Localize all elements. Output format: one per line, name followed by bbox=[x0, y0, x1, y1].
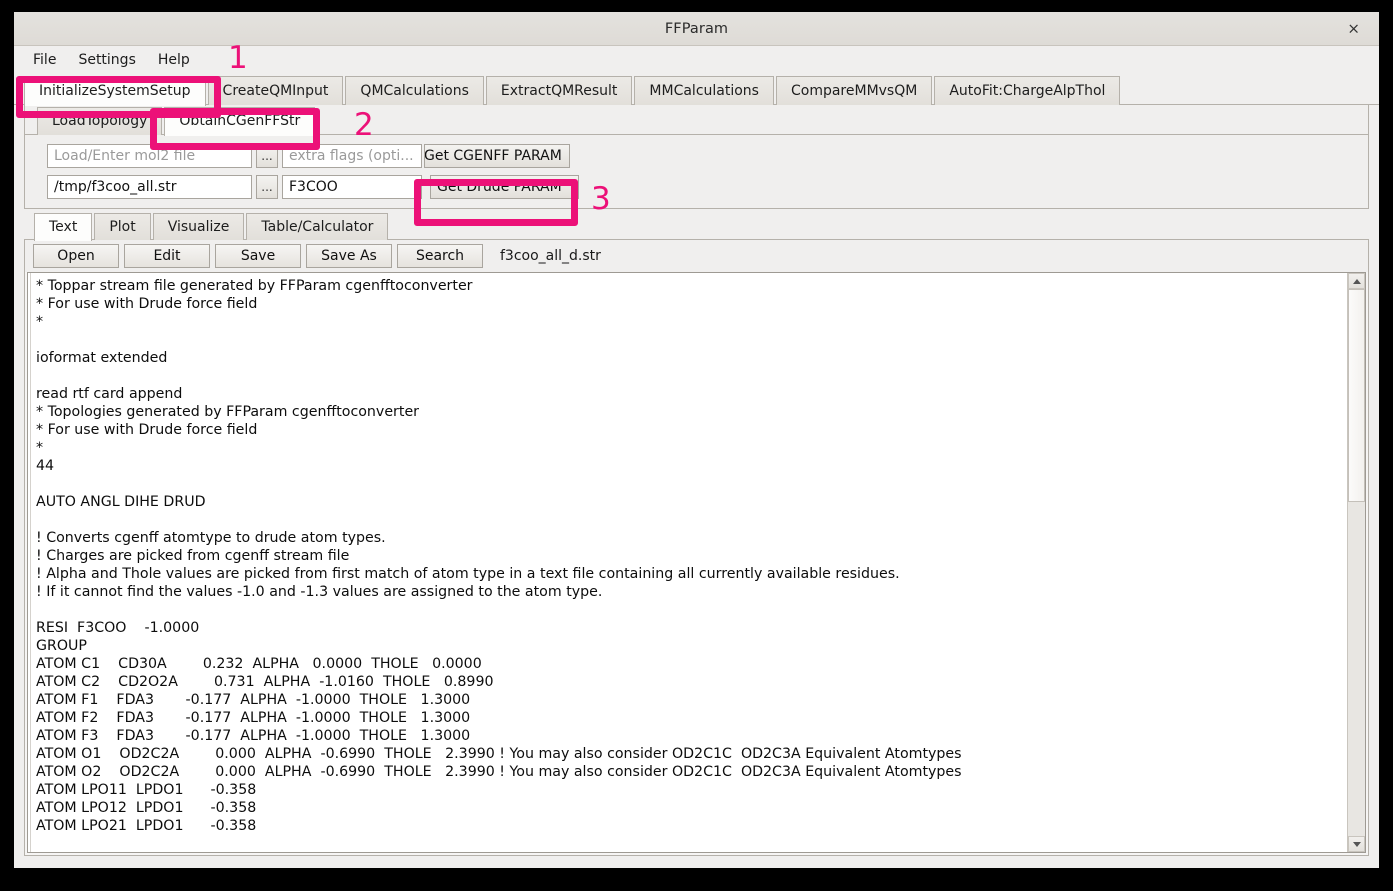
tab-compare-mm-vs-qm[interactable]: CompareMMvsQM bbox=[775, 76, 933, 105]
extra-flags-input[interactable] bbox=[282, 144, 422, 168]
viewer-tab-text[interactable]: Text bbox=[34, 213, 93, 241]
mol2-browse-button[interactable]: ... bbox=[256, 144, 278, 168]
triangle-down-icon[interactable] bbox=[1348, 836, 1365, 852]
triangle-up-icon[interactable] bbox=[1348, 273, 1365, 289]
search-button[interactable]: Search bbox=[397, 244, 483, 268]
text-viewer-toolbar: Open Edit Save Save As Search f3coo_all_… bbox=[25, 240, 1368, 272]
residue-name-input[interactable] bbox=[282, 175, 422, 199]
get-drude-param-button[interactable]: Get Drude PARAM bbox=[430, 175, 579, 199]
menu-bar: File Settings Help bbox=[14, 46, 1379, 74]
sub-tab-bar: LoadTopology ObtainCGenFFStr bbox=[25, 105, 1368, 136]
menu-item-help[interactable]: Help bbox=[149, 49, 199, 71]
menu-item-file[interactable]: File bbox=[24, 49, 65, 71]
save-button[interactable]: Save bbox=[215, 244, 301, 268]
scrollbar-track[interactable] bbox=[1348, 289, 1365, 836]
mol2-file-input[interactable] bbox=[47, 144, 252, 168]
text-viewer-body: Open Edit Save Save As Search f3coo_all_… bbox=[24, 240, 1369, 856]
text-area[interactable]: * Toppar stream file generated by FFPara… bbox=[28, 273, 1347, 852]
viewer-tab-visualize[interactable]: Visualize bbox=[152, 213, 245, 240]
tab-mm-calculations[interactable]: MMCalculations bbox=[634, 76, 774, 105]
subtab-load-topology[interactable]: LoadTopology bbox=[37, 107, 163, 135]
viewer-tab-table-calculator[interactable]: Table/Calculator bbox=[246, 213, 389, 240]
vertical-scrollbar[interactable] bbox=[1347, 273, 1365, 852]
obtain-cgenff-str-panel: LoadTopology ObtainCGenFFStr ... Get CGE… bbox=[24, 105, 1369, 209]
window-title: FFParam bbox=[664, 20, 729, 37]
text-area-container: * Toppar stream file generated by FFPara… bbox=[27, 272, 1366, 853]
str-file-input[interactable] bbox=[47, 175, 252, 199]
cgenff-param-row: ... Get CGENFF PARAM bbox=[25, 143, 1368, 169]
open-button[interactable]: Open bbox=[33, 244, 119, 268]
main-tab-bar: InitializeSystemSetup CreateQMInput QMCa… bbox=[14, 74, 1379, 106]
tab-create-qm-input[interactable]: CreateQMInput bbox=[207, 76, 344, 105]
get-cgenff-param-button[interactable]: Get CGENFF PARAM bbox=[424, 144, 570, 168]
subtab-obtain-cgenff-str[interactable]: ObtainCGenFFStr bbox=[164, 107, 316, 136]
drude-param-row: ... Get Drude PARAM bbox=[25, 174, 1368, 200]
tab-extract-qm-result[interactable]: ExtractQMResult bbox=[485, 76, 633, 105]
title-bar: FFParam × bbox=[14, 12, 1379, 46]
application-window: FFParam × File Settings Help InitializeS… bbox=[14, 12, 1379, 868]
menu-item-settings[interactable]: Settings bbox=[69, 49, 144, 71]
save-as-button[interactable]: Save As bbox=[306, 244, 392, 268]
close-icon[interactable]: × bbox=[1342, 19, 1365, 38]
file-contents: * Toppar stream file generated by FFPara… bbox=[36, 278, 962, 834]
parameter-form: ... Get CGENFF PARAM ... Get Drude PARAM bbox=[25, 135, 1368, 208]
viewer-tab-bar: Text Plot Visualize Table/Calculator bbox=[24, 211, 1369, 241]
tab-autofit-charge-alp-thol[interactable]: AutoFit:ChargeAlpThol bbox=[934, 76, 1121, 105]
edit-button[interactable]: Edit bbox=[124, 244, 210, 268]
tab-initialize-system-setup[interactable]: InitializeSystemSetup bbox=[24, 76, 206, 106]
tab-qm-calculations[interactable]: QMCalculations bbox=[345, 76, 484, 105]
output-viewer-panel: Text Plot Visualize Table/Calculator Ope… bbox=[24, 211, 1369, 856]
current-file-name: f3coo_all_d.str bbox=[500, 248, 601, 264]
scrollbar-thumb[interactable] bbox=[1348, 289, 1365, 503]
str-browse-button[interactable]: ... bbox=[256, 175, 278, 199]
viewer-tab-plot[interactable]: Plot bbox=[94, 213, 151, 240]
